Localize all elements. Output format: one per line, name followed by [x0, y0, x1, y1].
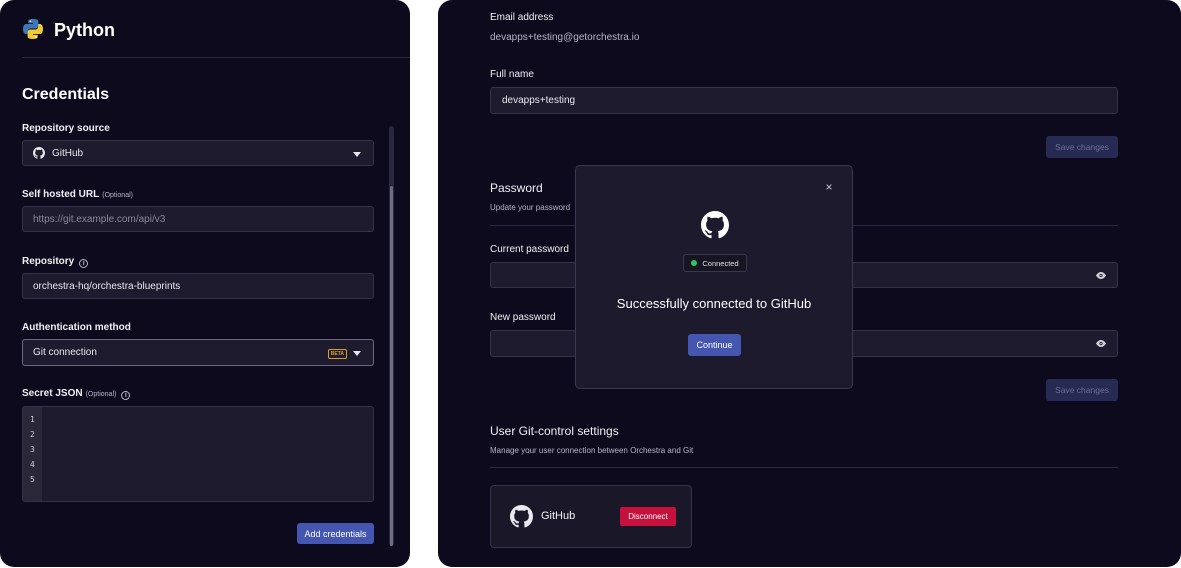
status-dot-icon [691, 260, 698, 266]
repository-label: Repository i [22, 256, 89, 268]
python-logo-icon [23, 19, 43, 39]
info-icon[interactable]: i [79, 259, 89, 268]
line-number: 1 [30, 415, 35, 424]
password-section-subtitle: Update your password [490, 203, 571, 212]
github-icon [510, 505, 533, 528]
modal-title: Successfully connected to GitHub [616, 296, 812, 311]
password-section-title: Password [490, 181, 543, 195]
github-label: GitHub [541, 510, 576, 522]
info-icon[interactable]: i [121, 391, 131, 400]
connected-modal: × Connected Successfully connected to Gi… [575, 165, 853, 389]
git-section-subtitle: Manage your user connection between Orch… [490, 446, 694, 455]
page-title: Python [54, 20, 115, 40]
self-hosted-url-input[interactable]: https://git.example.com/api/v3 [22, 206, 374, 232]
continue-button[interactable]: Continue [688, 334, 741, 356]
close-icon[interactable]: × [823, 181, 835, 193]
chevron-down-icon [353, 152, 361, 157]
line-number: 4 [30, 460, 35, 469]
disconnect-button[interactable]: Disconnect [620, 507, 676, 526]
email-label: Email address [490, 12, 554, 23]
line-number: 5 [30, 475, 35, 484]
user-settings-panel: Email address devapps+testing@getorchest… [438, 0, 1181, 567]
current-password-label: Current password [490, 244, 569, 255]
git-section-title: User Git-control settings [490, 424, 619, 438]
self-hosted-url-placeholder: https://git.example.com/api/v3 [33, 213, 166, 225]
auth-method-select[interactable]: Git connection BETA [22, 339, 374, 366]
secret-json-editor[interactable]: 1 2 3 4 5 [22, 406, 374, 502]
line-number: 3 [30, 445, 35, 454]
github-icon [33, 147, 45, 159]
repository-source-value: GitHub [52, 147, 84, 159]
repository-input[interactable]: orchestra-hq/orchestra-blueprints [22, 273, 374, 299]
scrollbar-thumb[interactable] [390, 186, 393, 546]
section-title: Credentials [22, 86, 110, 103]
repository-source-label: Repository source [22, 123, 110, 134]
self-hosted-url-label: Self hosted URL (Optional) [22, 189, 133, 200]
add-credentials-button[interactable]: Add credentials [297, 523, 374, 544]
status-badge: Connected [683, 254, 747, 272]
divider [490, 467, 1118, 468]
eye-icon[interactable] [1095, 339, 1107, 348]
full-name-input[interactable]: devapps+testing [490, 87, 1118, 114]
chevron-down-icon [353, 351, 361, 356]
secret-json-label: Secret JSON (Optional) i [22, 388, 131, 400]
save-changes-button[interactable]: Save changes [1046, 379, 1118, 401]
repository-source-select[interactable]: GitHub [22, 140, 374, 166]
new-password-label: New password [490, 312, 556, 323]
save-changes-button[interactable]: Save changes [1046, 136, 1118, 158]
line-number: 2 [30, 430, 35, 439]
credentials-panel: Python Credentials Repository source Git… [0, 0, 410, 567]
beta-badge: BETA [327, 349, 347, 359]
eye-icon[interactable] [1095, 271, 1107, 280]
auth-method-label: Authentication method [22, 322, 131, 333]
email-value: devapps+testing@getorchestra.io [490, 32, 640, 43]
divider [22, 57, 410, 58]
github-connection-card: GitHub Disconnect [490, 485, 692, 548]
github-icon [701, 211, 729, 239]
full-name-label: Full name [490, 69, 534, 80]
